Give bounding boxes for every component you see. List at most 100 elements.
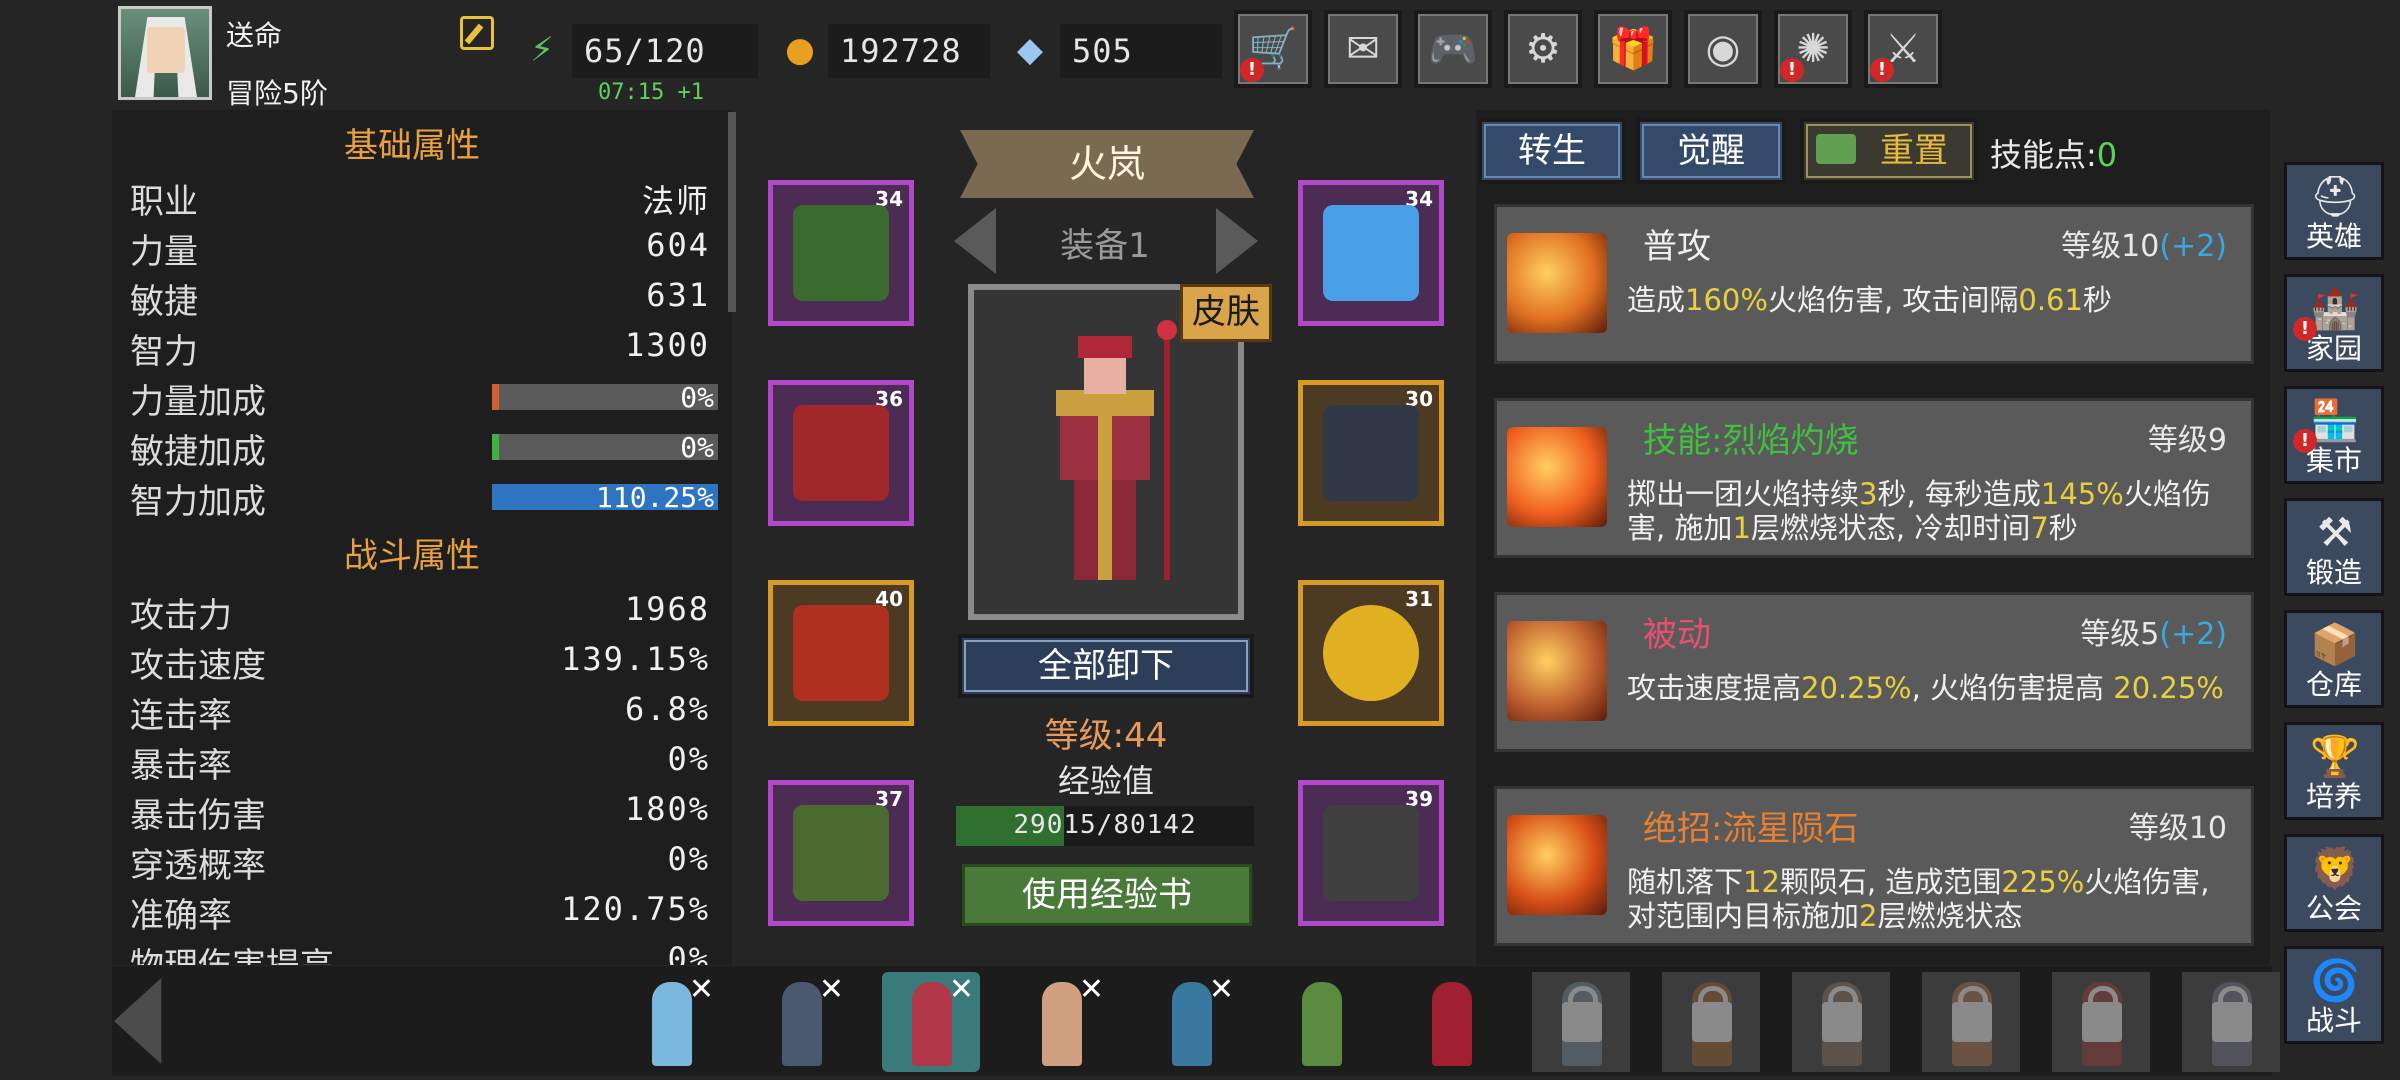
nav-anvil[interactable]: ⚒ 锻造 bbox=[2284, 498, 2384, 596]
settings-button[interactable]: ⚙ bbox=[1504, 10, 1582, 88]
exp-title: 经验值 bbox=[1057, 762, 1154, 800]
mail-button[interactable]: ✉ bbox=[1324, 10, 1402, 88]
nav-portal[interactable]: 🌀 战斗 bbox=[2284, 946, 2384, 1044]
stat-value: 0% bbox=[667, 740, 710, 778]
stat-label: 攻击速度 bbox=[130, 646, 266, 686]
unequip-all-button[interactable]: 全部卸下 bbox=[958, 634, 1254, 698]
roster-hero[interactable]: ✕ bbox=[882, 972, 980, 1072]
bonus-label: 敏捷加成 bbox=[130, 432, 266, 472]
stat-label: 暴击伤害 bbox=[130, 796, 266, 836]
attribute-scrollbar[interactable] bbox=[728, 112, 736, 312]
prev-equip-set-button[interactable] bbox=[954, 208, 996, 274]
roster-hero[interactable]: ✕ bbox=[752, 972, 850, 1072]
player-avatar[interactable] bbox=[118, 6, 212, 100]
roster-hero[interactable] bbox=[2182, 972, 2280, 1072]
skill-fire-icon bbox=[1507, 427, 1607, 527]
roster-hero[interactable]: ✕ bbox=[1012, 972, 1110, 1072]
deployed-swords-icon: ✕ bbox=[948, 972, 974, 1007]
roster-hero[interactable] bbox=[1272, 972, 1370, 1072]
roster-hero[interactable] bbox=[1662, 972, 1760, 1072]
nav-market[interactable]: 🏪 集市! bbox=[2284, 386, 2384, 484]
roster-hero[interactable] bbox=[1532, 972, 1630, 1072]
hero-name: 火岚 bbox=[1068, 142, 1145, 186]
roster-hero[interactable] bbox=[1922, 972, 2020, 1072]
nav-label: 公会 bbox=[2305, 892, 2362, 925]
skill-card[interactable]: 被动 等级5(+2) 攻击速度提高20.25%, 火焰伤害提高 20.25% bbox=[1494, 592, 2254, 752]
next-equip-set-button[interactable] bbox=[1216, 208, 1258, 274]
stat-label: 攻击力 bbox=[130, 596, 232, 636]
equip-slot-pants[interactable]: 40 bbox=[768, 580, 914, 726]
skill-card[interactable]: 普攻 等级10(+2) 造成160%火焰伤害, 攻击间隔0.61秒 bbox=[1494, 204, 2254, 364]
lock-icon bbox=[1562, 986, 1602, 1042]
skill-desc-part: 160% bbox=[1685, 283, 1768, 317]
stat-label: 职业 bbox=[130, 182, 198, 222]
nav-label: 仓库 bbox=[2305, 668, 2362, 701]
nav-castle[interactable]: 🏰 家园! bbox=[2284, 274, 2384, 372]
equip-slot-staff[interactable]: 39 bbox=[1298, 780, 1444, 926]
roster-hero[interactable] bbox=[2052, 972, 2150, 1072]
hero-sprite bbox=[782, 982, 822, 1066]
gold-display: 192728 bbox=[828, 24, 990, 78]
edit-name-icon[interactable] bbox=[460, 16, 494, 50]
wheel-button[interactable]: ◉ bbox=[1684, 10, 1762, 88]
hero-sprite bbox=[652, 982, 692, 1066]
equip-set-label: 装备1 bbox=[1060, 226, 1150, 266]
skill-card[interactable]: 技能:烈焰灼烧 等级9 掷出一团火焰持续3秒, 每秒造成145%火焰伤害, 施加1层… bbox=[1494, 398, 2254, 558]
stat-value: 139.15% bbox=[561, 640, 710, 678]
stat-value: 180% bbox=[624, 790, 710, 828]
skill-card[interactable]: 绝招:流星陨石 等级10 随机落下12颗陨石, 造成范围225%火焰伤害, 对范围内… bbox=[1494, 786, 2254, 946]
energy-timer: 07:15 +1 bbox=[598, 80, 704, 105]
equip-slot-necklace[interactable]: 34 bbox=[1298, 180, 1444, 326]
reset-skills-button[interactable]: 重置 bbox=[1800, 118, 1978, 184]
alert-badge: ! bbox=[2293, 317, 2317, 341]
stat-value: 1968 bbox=[624, 590, 710, 628]
attribute-panel: 基础属性 战斗属性 职业 法师 力量 604 敏捷 631 智力 1300 力量加成 0% 敏捷加成… bbox=[112, 110, 732, 965]
skill-desc-part: 随机落下 bbox=[1627, 865, 1744, 899]
roster-hero[interactable] bbox=[1402, 972, 1500, 1072]
stat-label: 准确率 bbox=[130, 896, 232, 936]
equip-slot-gloves[interactable]: 30 bbox=[1298, 380, 1444, 526]
skill-name: 技能:烈焰灼烧 bbox=[1643, 421, 1859, 461]
skill-desc-part: 秒 bbox=[2082, 283, 2112, 317]
use-exp-book-button[interactable]: 使用经验书 bbox=[962, 864, 1252, 926]
roster-hero[interactable] bbox=[1792, 972, 1890, 1072]
skill-desc-part: 秒, 每秒造成 bbox=[1877, 477, 2041, 511]
bonus-row: 智力加成 110.25% bbox=[130, 470, 718, 522]
equip-slot-helmet[interactable]: 34 bbox=[768, 180, 914, 326]
roster-hero[interactable]: ✕ bbox=[1142, 972, 1240, 1072]
firework-button[interactable]: ✺! bbox=[1774, 10, 1852, 88]
game-button[interactable]: 🎮 bbox=[1414, 10, 1492, 88]
nav-guild[interactable]: 🦁 公会 bbox=[2284, 834, 2384, 932]
bonus-bar-fill bbox=[492, 434, 499, 460]
gear-icon: ⚙ bbox=[1525, 26, 1561, 72]
battle-button[interactable]: ⚔! bbox=[1864, 10, 1942, 88]
skill-name: 被动 bbox=[1643, 615, 1711, 655]
skill-description: 攻击速度提高20.25%, 火焰伤害提高 20.25% bbox=[1627, 671, 2237, 705]
alert-badge: ! bbox=[2293, 429, 2317, 453]
stat-row: 力量 604 bbox=[130, 220, 710, 272]
awaken-tab[interactable]: 觉醒 bbox=[1636, 118, 1786, 184]
mail-icon: ✉ bbox=[1346, 26, 1380, 72]
deployed-swords-icon: ✕ bbox=[818, 972, 844, 1007]
equip-slot-boots[interactable]: 37 bbox=[768, 780, 914, 926]
deployed-swords-icon: ✕ bbox=[1208, 972, 1234, 1007]
nav-label: 锻造 bbox=[2305, 556, 2362, 589]
hero-sprite bbox=[912, 982, 952, 1066]
rebirth-tab[interactable]: 转生 bbox=[1478, 118, 1626, 184]
skin-button[interactable]: 皮肤 bbox=[1180, 284, 1272, 342]
roster-hero[interactable]: ✕ bbox=[622, 972, 720, 1072]
nav-helmet[interactable]: ⛑ 英雄 bbox=[2284, 162, 2384, 260]
nav-label: 战斗 bbox=[2305, 1004, 2362, 1037]
nav-chest[interactable]: 📦 仓库 bbox=[2284, 610, 2384, 708]
nav-chalice[interactable]: 🏆 培养 bbox=[2284, 722, 2384, 820]
shop-button[interactable]: 🛒! bbox=[1234, 10, 1312, 88]
skill-points-label: 技能点: bbox=[1990, 136, 2097, 174]
combat-stat-row: 连击率 6.8% bbox=[130, 684, 710, 736]
gift-button[interactable]: 🎁 bbox=[1594, 10, 1672, 88]
bonus-row: 敏捷加成 0% bbox=[130, 420, 718, 472]
equip-slot-ring[interactable]: 31 bbox=[1298, 580, 1444, 726]
player-rank: 冒险5阶 bbox=[226, 77, 328, 110]
bonus-label: 智力加成 bbox=[130, 482, 266, 522]
stat-label: 连击率 bbox=[130, 696, 232, 736]
equip-slot-armor[interactable]: 36 bbox=[768, 380, 914, 526]
